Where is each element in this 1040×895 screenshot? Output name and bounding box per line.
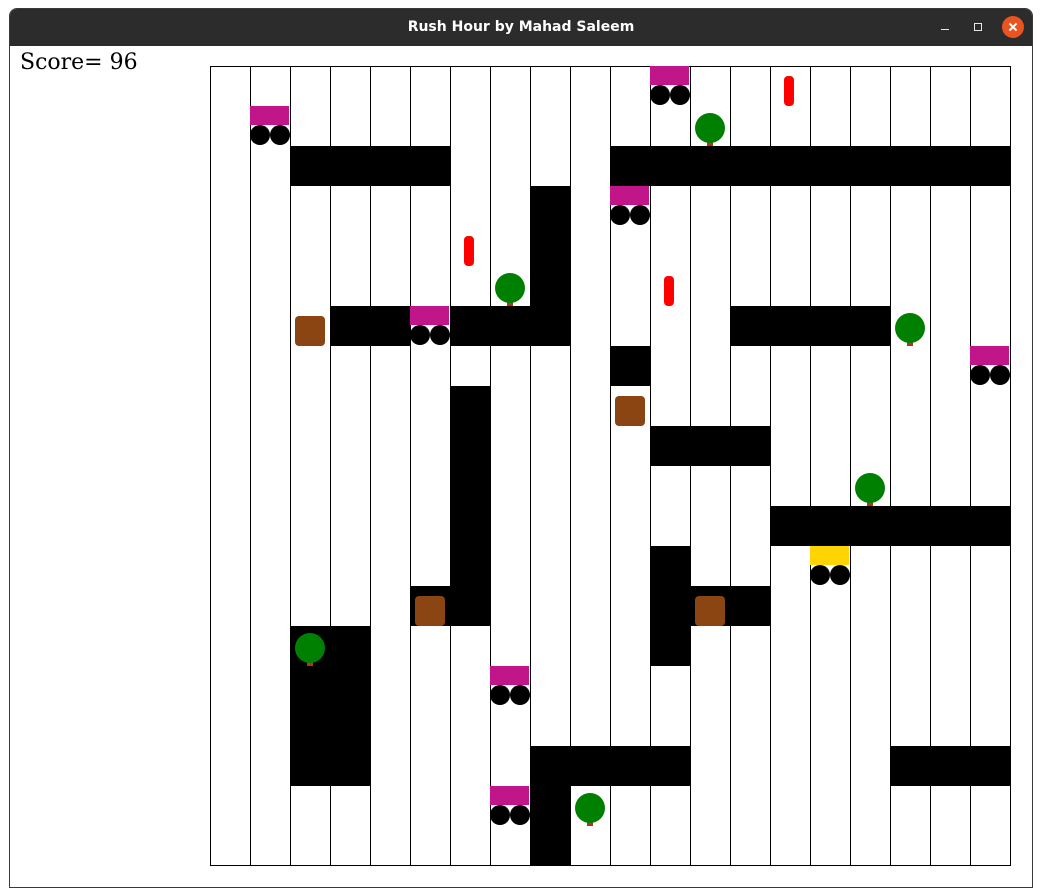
passenger bbox=[664, 276, 674, 306]
wall-block bbox=[530, 786, 570, 866]
wheel bbox=[610, 205, 630, 225]
wall-block bbox=[650, 426, 770, 466]
wheel bbox=[270, 125, 290, 145]
wall-block bbox=[330, 306, 410, 346]
wall-block bbox=[610, 146, 1010, 186]
wall-block bbox=[650, 546, 690, 666]
wheel bbox=[810, 565, 830, 585]
passenger bbox=[464, 236, 474, 266]
game-canvas[interactable]: Score= 96 bbox=[10, 46, 1032, 887]
wall-block bbox=[450, 306, 570, 346]
tree-crown bbox=[855, 473, 885, 503]
box-obstacle bbox=[295, 316, 325, 346]
tree-crown bbox=[575, 793, 605, 823]
tree-crown bbox=[895, 313, 925, 343]
enemy-car-body bbox=[610, 186, 649, 205]
wall-block bbox=[730, 306, 890, 346]
wheel bbox=[410, 325, 430, 345]
game-board[interactable] bbox=[10, 8, 1032, 887]
wall-block bbox=[530, 746, 690, 786]
box-obstacle bbox=[615, 396, 645, 426]
wheel bbox=[970, 365, 990, 385]
tree-crown bbox=[295, 633, 325, 663]
enemy-car-body bbox=[250, 106, 289, 125]
wheel bbox=[830, 565, 850, 585]
wheel bbox=[490, 685, 510, 705]
tree-crown bbox=[695, 113, 725, 143]
wheel bbox=[250, 125, 270, 145]
wheel bbox=[630, 205, 650, 225]
enemy-car-body bbox=[490, 666, 529, 685]
wheel bbox=[510, 685, 530, 705]
wheel bbox=[510, 805, 530, 825]
box-obstacle bbox=[695, 596, 725, 626]
wheel bbox=[490, 805, 510, 825]
enemy-car-body bbox=[970, 346, 1009, 365]
wall-block bbox=[450, 386, 490, 626]
wheel bbox=[430, 325, 450, 345]
enemy-car-body bbox=[650, 66, 689, 85]
player-car-body bbox=[810, 546, 849, 565]
tree-crown bbox=[495, 273, 525, 303]
wheel bbox=[990, 365, 1010, 385]
wall-block bbox=[890, 746, 1010, 786]
wall-block bbox=[290, 146, 450, 186]
wall-block bbox=[770, 506, 1010, 546]
wall-block bbox=[610, 346, 650, 386]
wheel bbox=[650, 85, 670, 105]
wheel bbox=[670, 85, 690, 105]
enemy-car-body bbox=[490, 786, 529, 805]
box-obstacle bbox=[415, 596, 445, 626]
game-window: Rush Hour by Mahad Saleem Score= 96 bbox=[9, 8, 1033, 888]
enemy-car-body bbox=[410, 306, 449, 325]
passenger bbox=[784, 76, 794, 106]
